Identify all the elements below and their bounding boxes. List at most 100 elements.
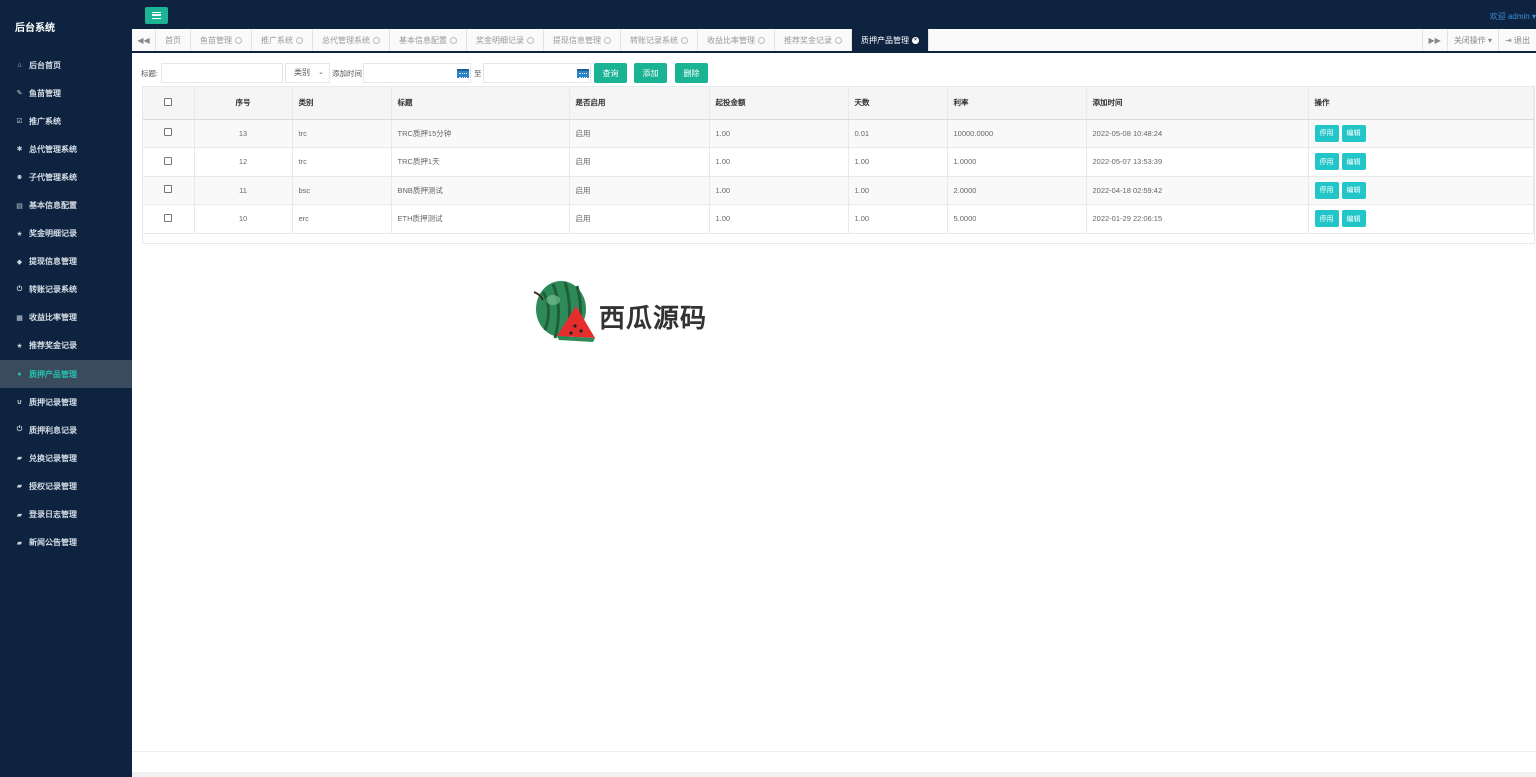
sidebar-item-label: 推荐奖金记录 [29,341,77,351]
sidebar-item-7[interactable]: ◆ 提现信息管理 [0,248,132,276]
row-select-cell [143,204,195,233]
row-checkbox[interactable] [164,213,173,222]
tab-8[interactable]: 收益比率管理 [698,29,775,51]
close-operations-dropdown[interactable]: 关闭操作 ▾ [1446,29,1498,51]
title-filter-label: 标题: [141,69,159,78]
select-all-checkbox[interactable] [164,97,173,106]
tabs-scroll-left-button[interactable]: ◀◀ [132,29,156,51]
tab-7[interactable]: 转账记录系统 [621,29,698,51]
sidebar-item-8[interactable]: ⏻ 转账记录系统 [0,276,132,304]
close-tab-icon[interactable] [373,36,380,44]
tab-1[interactable]: 鱼苗管理 [191,29,252,51]
sidebar-item-14[interactable]: ▰ 兑换记录管理 [0,444,132,472]
edit-button[interactable]: 编辑 [1341,181,1366,199]
sidebar-item-0[interactable]: ⌂ 后台首页 [0,51,132,79]
close-operations-label: 关闭操作 [1453,35,1486,45]
add-button[interactable]: 添加 [634,63,667,83]
row-checkbox[interactable] [164,128,173,137]
search-button[interactable]: 查询 [594,63,627,83]
tab-2[interactable]: 推广系统 [252,29,313,51]
chevron-down-icon: ⌄ [318,69,324,76]
close-tab-icon[interactable] [527,36,534,44]
col-header-enabled[interactable]: 是否启用 [569,87,710,120]
disable-button[interactable]: 停用 [1314,124,1339,142]
tab-label: 质押产品管理 [861,35,909,45]
sidebar-item-9[interactable]: ▦ 收益比率管理 [0,304,132,332]
welcome-user-menu[interactable]: 欢迎 admin ▾ [1490,11,1536,22]
close-tab-icon[interactable] [450,36,457,44]
cell-title: ETH质押测试 [391,204,570,233]
select-all-cell [143,87,195,120]
tabs-scroll-right-button[interactable]: ▶▶ [1421,29,1447,51]
close-tab-icon[interactable] [604,36,611,44]
logout-button[interactable]: ⇥ 退出 [1498,29,1536,51]
close-tab-icon[interactable] [296,36,303,44]
sidebar-item-15[interactable]: ▰ 授权记录管理 [0,472,132,500]
sidebar-item-3[interactable]: ✱ 总代管理系统 [0,135,132,163]
close-tab-icon[interactable] [681,36,688,44]
sidebar-item-4[interactable]: ☻ 子代管理系统 [0,163,132,191]
bottom-scrollbar[interactable] [132,772,1536,777]
edit-icon: ☑ [16,118,23,126]
col-header-category[interactable]: 类别 [292,87,392,120]
row-select-cell [143,176,195,205]
tab-label: 收益比率管理 [707,35,755,45]
sidebar-item-1[interactable]: ✎ 鱼苗管理 [0,79,132,107]
calendar-icon: ▦ [16,314,23,322]
sidebar-item-17[interactable]: ▰ 新闻公告管理 [0,529,132,557]
sidebar-item-5[interactable]: ▤ 基本信息配置 [0,191,132,219]
close-tab-icon[interactable]: × [912,36,919,44]
menu-toggle-button[interactable] [145,7,168,24]
tab-5[interactable]: 奖金明细记录 [467,29,544,51]
sidebar-item-13[interactable]: ⏻ 质押利息记录 [0,416,132,444]
edit-button[interactable]: 编辑 [1341,124,1366,142]
sidebar-item-12[interactable]: ∪ 质押记录管理 [0,388,132,416]
col-header-title[interactable]: 标题 [391,87,570,120]
comment-icon: ● [17,370,22,378]
tab-4[interactable]: 基本信息配置 [390,29,467,51]
book-icon: ▰ [16,511,23,519]
category-select[interactable]: 类别 ⌄ [285,63,330,83]
col-header-added-time[interactable]: 添加时间 [1086,87,1309,120]
tab-3[interactable]: 总代管理系统 [313,29,390,51]
col-header-id[interactable]: 序号 [194,87,293,120]
sidebar-item-label: 鱼苗管理 [29,88,61,98]
edit-button[interactable]: 编辑 [1341,210,1366,228]
close-tab-icon[interactable] [235,36,242,44]
sidebar-item-16[interactable]: ▰ 登录日志管理 [0,501,132,529]
cell-added: 2022-01-29 22:06:15 [1086,204,1309,233]
disable-button[interactable]: 停用 [1314,210,1339,228]
title-search-input[interactable] [161,63,283,83]
disable-button[interactable]: 停用 [1314,181,1339,199]
cell-min-amount: 1.00 [709,119,849,148]
row-checkbox[interactable] [164,185,173,194]
sidebar-item-11[interactable]: ● 质押产品管理 [0,360,132,389]
close-tab-icon[interactable] [835,36,842,44]
col-header-min-amount[interactable]: 起投金额 [709,87,849,120]
cell-added: 2022-05-08 10:48:24 [1086,119,1309,148]
calendar-icon[interactable] [577,69,589,78]
col-header-days[interactable]: 天数 [848,87,948,120]
tab-9[interactable]: 推荐奖金记录 [775,29,852,51]
edit-button[interactable]: 编辑 [1341,153,1366,171]
calendar-icon[interactable] [457,69,469,78]
disable-button[interactable]: 停用 [1314,153,1339,171]
sidebar-item-10[interactable]: ★ 推荐奖金记录 [0,332,132,360]
end-date-input[interactable] [483,63,591,83]
tab-label: 提现信息管理 [553,35,601,45]
cell-id: 13 [194,119,293,148]
row-checkbox[interactable] [164,156,173,165]
delete-button[interactable]: 删除 [675,63,708,83]
sidebar-item-label: 总代管理系统 [29,144,77,154]
sidebar: 后台系统 ⌂ 后台首页 ✎ 鱼苗管理 ☑ 推广系统 ✱ 总代管理系统 ☻ 子代管理系统 ▤ 基本信息配… [0,0,132,777]
col-header-rate[interactable]: 利率 [947,87,1087,120]
sidebar-item-label: 子代管理系统 [29,172,77,182]
tab-10[interactable]: 质押产品管理 × [852,29,929,51]
tab-0[interactable]: 首页 [156,29,191,51]
tab-6[interactable]: 提现信息管理 [544,29,621,51]
close-tab-icon[interactable] [758,36,765,44]
start-date-input[interactable] [363,63,471,83]
sidebar-item-2[interactable]: ☑ 推广系统 [0,107,132,135]
sidebar-item-6[interactable]: ★ 奖金明细记录 [0,220,132,248]
tab-label: 基本信息配置 [399,35,447,45]
